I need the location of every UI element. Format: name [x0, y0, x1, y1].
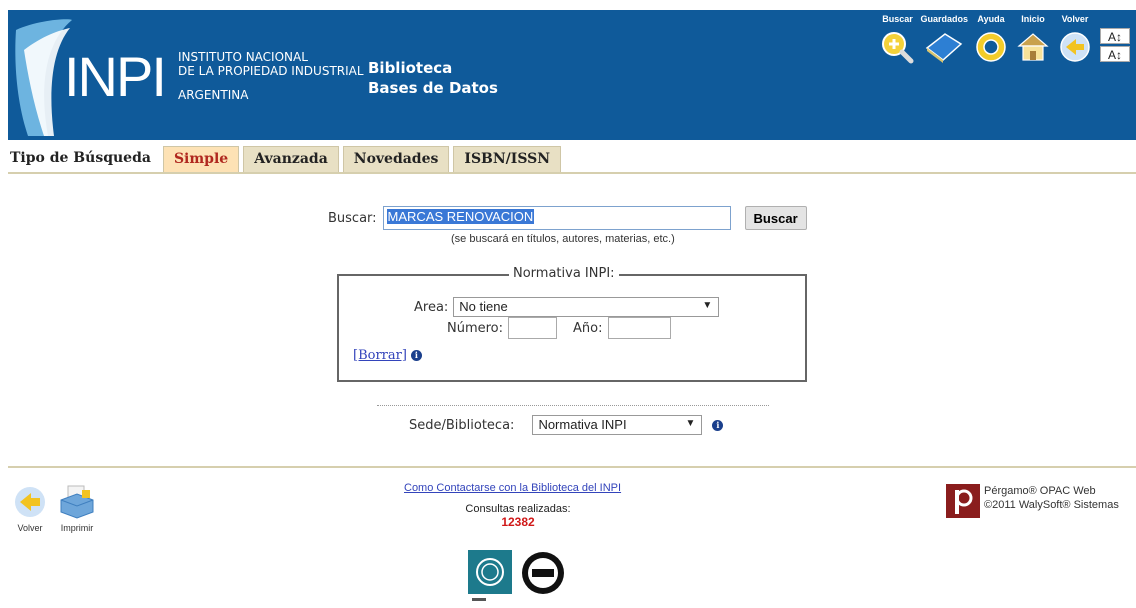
top-navigation: Buscar Guardados Ayuda Inicio Volver A↕ …	[878, 14, 1130, 66]
certification-logos	[468, 550, 566, 606]
info-icon[interactable]: i	[410, 350, 422, 361]
anio-input[interactable]	[607, 317, 671, 339]
nav-guardados-label: Guardados	[920, 14, 968, 24]
arrow-left-icon	[15, 487, 45, 517]
nav-guardados[interactable]: Guardados	[920, 14, 968, 66]
arrow-left-icon[interactable]	[1056, 28, 1094, 66]
tab-avanzada[interactable]: Avanzada	[243, 146, 339, 172]
anio-label: Año:	[573, 320, 603, 336]
institution-line-2: DE LA PROPIEDAD INDUSTRIAL	[178, 64, 364, 78]
iqnet-certification-logo	[522, 552, 564, 594]
site-header: INPI INSTITUTO NACIONAL DE LA PROPIEDAD …	[8, 10, 1136, 140]
sede-select-value: Normativa INPI	[538, 417, 627, 432]
tab-isbn-issn[interactable]: ISBN/ISSN	[453, 146, 562, 172]
institution-line-1: INSTITUTO NACIONAL	[178, 50, 308, 64]
normativa-legend: Normativa INPI:	[509, 266, 619, 281]
sede-row: Sede/Biblioteca: Normativa INPI ▼ i	[409, 415, 724, 435]
font-size-controls: A↕ A↕	[1100, 28, 1130, 66]
font-increase-button[interactable]: A↕	[1100, 28, 1130, 44]
numero-label: Número:	[447, 320, 504, 336]
footer-divider	[8, 466, 1136, 468]
dropdown-arrow-icon: ▼	[685, 418, 696, 429]
printer-icon	[60, 485, 94, 519]
pergamo-brand: Pérgamo® OPAC Web ©2011 WalySoft® Sistem…	[946, 484, 1119, 518]
footer-back-button[interactable]: Volver	[12, 484, 48, 533]
footer-navigation: Volver Imprimir	[12, 484, 96, 533]
nav-buscar[interactable]: Buscar	[878, 14, 916, 66]
queries-label: Consultas realizadas:	[465, 503, 571, 515]
pergamo-line-1: Pérgamo® OPAC Web	[984, 485, 1096, 497]
search-row: Buscar: MARCAS RENOVACION Buscar	[328, 206, 807, 230]
info-icon[interactable]: i	[712, 419, 724, 431]
area-select[interactable]: No tiene ▼	[453, 297, 720, 317]
lifebuoy-icon[interactable]	[972, 28, 1010, 66]
book-icon[interactable]	[925, 28, 963, 66]
sede-label: Sede/Biblioteca:	[409, 417, 515, 433]
pergamo-line-2: ©2011 WalySoft® Sistemas	[984, 499, 1119, 511]
clear-row: [Borrar] i	[353, 348, 422, 363]
nav-ayuda-label: Ayuda	[977, 14, 1005, 24]
queries-count: 12382	[501, 515, 535, 529]
section-title: Biblioteca Bases de Datos	[368, 58, 498, 98]
search-type-tabs: Tipo de Búsqueda Simple Avanzada Novedad…	[8, 146, 1136, 174]
magnifier-plus-icon[interactable]	[878, 28, 916, 66]
footer-print-label: Imprimir	[60, 523, 94, 533]
footer-print-button[interactable]: Imprimir	[58, 484, 96, 533]
nav-inicio[interactable]: Inicio	[1014, 14, 1052, 66]
inpi-logo-text: INPI	[64, 45, 167, 108]
area-label: Area:	[414, 299, 449, 315]
pergamo-logo	[946, 484, 980, 518]
search-label: Buscar:	[328, 210, 377, 226]
clear-link[interactable]: [Borrar]	[353, 348, 407, 363]
font-decrease-button[interactable]: A↕	[1100, 46, 1130, 62]
nav-inicio-label: Inicio	[1021, 14, 1045, 24]
search-input-value: MARCAS RENOVACION	[386, 209, 535, 224]
search-button[interactable]: Buscar	[744, 206, 807, 230]
nav-volver-label: Volver	[1061, 14, 1089, 24]
nav-volver[interactable]: Volver	[1056, 14, 1094, 66]
tab-novedades[interactable]: Novedades	[342, 146, 450, 172]
queries-counter: Consultas realizadas: 12382	[462, 503, 574, 529]
numero-input[interactable]	[508, 317, 558, 339]
search-type-title: Tipo de Búsqueda	[10, 150, 151, 166]
nav-buscar-label: Buscar	[882, 14, 913, 24]
section-title-line-1: Biblioteca	[368, 59, 453, 77]
tab-simple[interactable]: Simple	[162, 146, 240, 172]
dropdown-arrow-icon: ▼	[702, 300, 713, 311]
section-title-line-2: Bases de Datos	[368, 79, 498, 97]
area-select-value: No tiene	[459, 299, 508, 314]
sede-select[interactable]: Normativa INPI ▼	[532, 415, 703, 435]
house-icon[interactable]	[1014, 28, 1052, 66]
search-input[interactable]: MARCAS RENOVACION	[382, 206, 731, 230]
contact-link[interactable]: Como Contactarse con la Biblioteca del I…	[404, 482, 621, 494]
divider	[377, 405, 769, 406]
institution-country: ARGENTINA	[178, 88, 249, 102]
area-row: Area: No tiene ▼	[414, 297, 720, 317]
footer-back-label: Volver	[17, 523, 43, 533]
search-hint: (se buscará en títulos, autores, materia…	[451, 233, 675, 245]
nav-ayuda[interactable]: Ayuda	[972, 14, 1010, 66]
normativa-fieldset: Normativa INPI: Area: No tiene ▼ Número:…	[337, 266, 807, 382]
numero-anio-row: Número: Año:	[447, 317, 687, 339]
pergamo-text: Pérgamo® OPAC Web ©2011 WalySoft® Sistem…	[984, 484, 1119, 512]
institution-name: INSTITUTO NACIONAL DE LA PROPIEDAD INDUS…	[178, 50, 364, 102]
iram-certification-logo	[468, 550, 512, 601]
